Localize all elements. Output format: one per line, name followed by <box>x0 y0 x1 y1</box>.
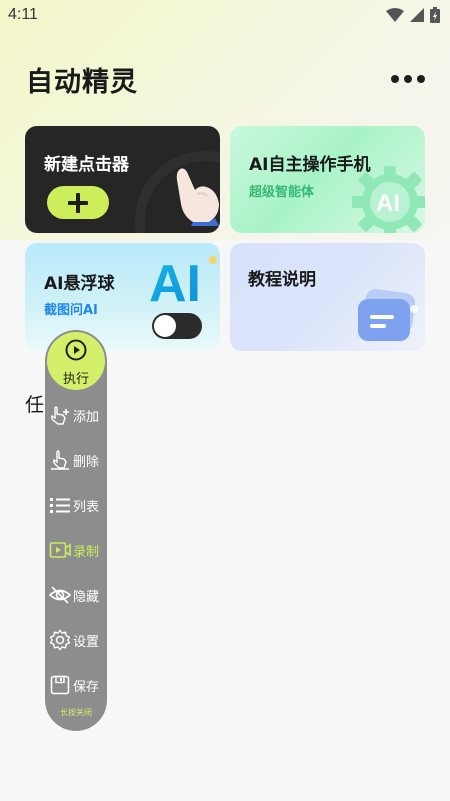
status-bar: 4:11 <box>0 0 450 32</box>
execute-label: 执行 <box>62 372 89 387</box>
status-time: 4:11 <box>8 6 38 23</box>
document-icon <box>358 289 418 341</box>
ai-gear-icon: AI <box>352 166 425 233</box>
execute-button[interactable]: 执行 <box>47 332 105 390</box>
add-clicker-button[interactable] <box>47 186 109 219</box>
hide-button[interactable]: 隐藏 <box>49 580 107 610</box>
save-icon <box>49 674 71 696</box>
tap-add-icon <box>49 404 71 426</box>
pointing-hand-icon <box>176 168 219 226</box>
play-circle-icon <box>65 339 87 361</box>
plus-icon <box>68 192 88 213</box>
settings-label: 设置 <box>73 634 100 650</box>
ai-float-ball-card[interactable]: AI悬浮球 截图问AI AI <box>25 243 220 351</box>
list-button[interactable]: 列表 <box>49 490 107 520</box>
more-dots-icon <box>391 75 399 83</box>
more-options-button[interactable] <box>388 70 428 90</box>
add-button[interactable]: 添加 <box>49 400 107 430</box>
ai-logo: AI <box>149 255 217 307</box>
record-button[interactable]: 录制 <box>49 535 107 565</box>
delete-label: 删除 <box>73 454 100 470</box>
list-label: 列表 <box>73 499 100 515</box>
ai-float-subtitle: 截图问AI <box>44 303 98 318</box>
battery-charging-icon <box>430 7 440 23</box>
new-clicker-title: 新建点击器 <box>44 155 129 175</box>
save-button[interactable]: 保存 <box>49 670 107 700</box>
signal-icon <box>410 8 424 22</box>
ai-float-title: AI悬浮球 <box>44 274 115 294</box>
record-video-icon <box>49 539 71 561</box>
swipe-delete-icon <box>49 449 71 471</box>
eye-off-icon <box>49 584 71 606</box>
record-label: 录制 <box>73 544 100 560</box>
svg-text:AI: AI <box>149 255 201 307</box>
tutorial-title: 教程说明 <box>248 270 316 290</box>
long-press-close-hint: 长按关闭 <box>60 708 92 717</box>
ai-agent-card[interactable]: AI自主操作手机 超级智能体 AI <box>230 126 425 233</box>
settings-button[interactable]: 设置 <box>49 625 107 655</box>
app-title: 自动精灵 <box>26 67 138 98</box>
ai-float-toggle[interactable] <box>152 313 202 339</box>
floating-control-panel[interactable]: 执行 添加 删除 列表 录制 隐藏 设置 保存 长按关闭 <box>45 330 107 731</box>
new-clicker-card[interactable]: 新建点击器 <box>25 126 220 233</box>
save-label: 保存 <box>73 679 100 695</box>
ai-agent-subtitle: 超级智能体 <box>249 185 315 200</box>
delete-button[interactable]: 删除 <box>49 445 107 475</box>
list-icon <box>49 494 71 516</box>
hide-label: 隐藏 <box>73 589 100 605</box>
wifi-icon <box>386 8 404 22</box>
add-label: 添加 <box>73 409 100 425</box>
gear-icon <box>49 629 71 651</box>
status-icons <box>386 7 440 23</box>
svg-text:AI: AI <box>376 190 400 217</box>
tutorial-card[interactable]: 教程说明 <box>230 243 425 351</box>
toggle-knob <box>154 315 176 337</box>
